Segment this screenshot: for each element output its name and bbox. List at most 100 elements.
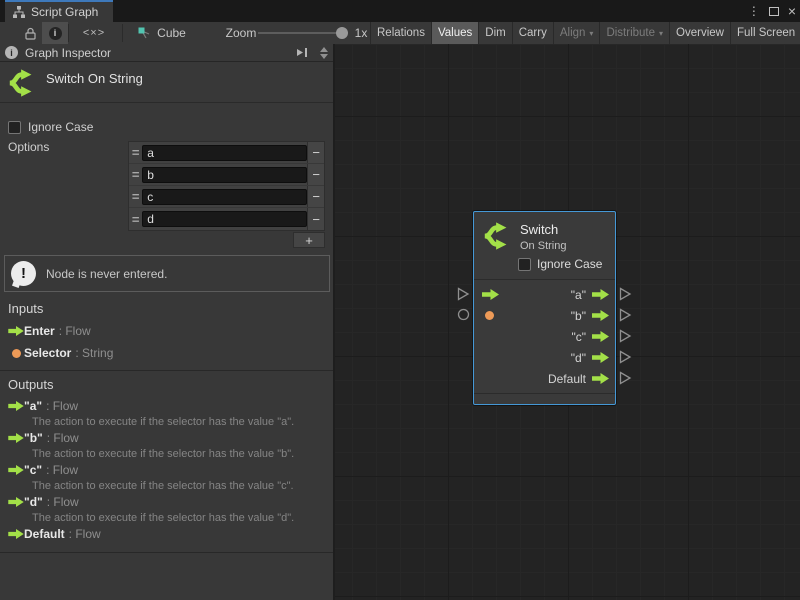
node-body: "a" "b" "c" [474, 281, 615, 389]
code-preview-button[interactable]: <×> [68, 22, 120, 44]
options-list: = − = − = − = − [128, 141, 325, 231]
port-description: The action to execute if the selector ha… [32, 480, 294, 492]
lock-button[interactable] [18, 22, 42, 44]
external-flow-output-port[interactable] [619, 308, 632, 322]
tab-script-graph[interactable]: Script Graph [5, 0, 113, 22]
graph-toolbar: i <×> Cube Zoom 1x Relations Values Dim … [0, 22, 800, 44]
graph-canvas[interactable]: Switch On String Ignore Case "a" [335, 44, 800, 600]
output-flow-port[interactable] [592, 289, 609, 300]
enter-flow-port[interactable] [482, 289, 499, 300]
external-flow-output-port[interactable] [619, 329, 632, 343]
output-flow-port[interactable] [592, 352, 609, 363]
unit-title: Switch On String [46, 71, 143, 86]
output-flow-port[interactable] [592, 310, 609, 321]
node-row: "b" [474, 305, 615, 326]
flow-arrow-icon [0, 401, 24, 411]
external-flow-output-port[interactable] [619, 287, 632, 301]
node-title: Switch [520, 222, 558, 237]
remove-option-button[interactable]: − [307, 164, 324, 185]
option-input[interactable] [142, 189, 307, 205]
tab-bar: Script Graph ⋮ × [0, 0, 800, 22]
info-icon: i [49, 27, 62, 40]
input-port-selector: Selector : String [0, 346, 113, 360]
nested-graph-icon [138, 27, 151, 40]
switch-on-string-node[interactable]: Switch On String Ignore Case "a" [473, 211, 616, 405]
external-flow-output-port[interactable] [619, 350, 632, 364]
dock-icon[interactable] [296, 47, 309, 58]
graph-target-button[interactable]: Cube [132, 22, 192, 44]
output-port-default: Default : Flow [0, 527, 101, 541]
output-port-b: "b" : Flow [0, 431, 79, 445]
target-label: Cube [157, 26, 186, 40]
output-flow-port[interactable] [592, 331, 609, 342]
zoom-value: 1x [351, 22, 371, 44]
option-input[interactable] [142, 167, 307, 183]
zoom-label: Zoom [224, 22, 258, 44]
node-row: Default [474, 368, 615, 389]
caret-down-icon [320, 54, 328, 59]
tab-title: Script Graph [31, 5, 98, 19]
info-icon: i [5, 46, 18, 59]
option-input[interactable] [142, 211, 307, 227]
unit-title-block: Switch On String [0, 62, 333, 103]
remove-option-button[interactable]: − [307, 186, 324, 207]
close-icon[interactable]: × [788, 6, 796, 16]
relations-button[interactable]: Relations [370, 22, 431, 44]
warning-box: ! Node is never entered. [4, 255, 330, 292]
warning-icon: ! [11, 261, 36, 286]
option-row: = − [129, 186, 324, 208]
remove-option-button[interactable]: − [307, 208, 324, 230]
node-row: "c" [474, 326, 615, 347]
external-value-input-port[interactable] [457, 308, 470, 321]
zoom-slider-track[interactable] [258, 32, 338, 34]
graph-icon [13, 6, 25, 18]
port-description: The action to execute if the selector ha… [32, 416, 294, 428]
drag-handle-icon[interactable]: = [129, 189, 142, 204]
output-port-d: "d" : Flow [0, 495, 79, 509]
distribute-dropdown[interactable]: Distribute ▾ [599, 22, 669, 44]
align-dropdown[interactable]: Align ▾ [553, 22, 600, 44]
drag-handle-icon[interactable]: = [129, 212, 142, 227]
port-description: The action to execute if the selector ha… [32, 512, 294, 524]
node-row: "a" [474, 284, 615, 305]
zoom-slider-handle[interactable] [336, 27, 348, 39]
options-label: Options [8, 140, 49, 154]
inputs-title: Inputs [8, 301, 43, 316]
drag-handle-icon[interactable]: = [129, 145, 142, 160]
overview-button[interactable]: Overview [669, 22, 730, 44]
output-port-c: "c" : Flow [0, 463, 78, 477]
ignore-case-checkbox[interactable] [518, 258, 531, 271]
option-input[interactable] [142, 145, 307, 161]
external-flow-input-port[interactable] [457, 287, 470, 301]
remove-option-button[interactable]: − [307, 142, 324, 163]
node-subtitle: On String [520, 240, 566, 252]
fullscreen-button[interactable]: Full Screen [730, 22, 800, 44]
maximize-icon[interactable] [769, 7, 779, 16]
output-flow-port[interactable] [592, 373, 609, 384]
values-button[interactable]: Values [431, 22, 478, 44]
scroll-steppers[interactable] [320, 47, 328, 59]
flow-arrow-icon [0, 465, 24, 475]
add-option-button[interactable]: + [293, 232, 325, 248]
ignore-case-checkbox[interactable] [8, 121, 21, 134]
graph-inspector-panel: i Graph Inspector Switch On String Igno [0, 44, 335, 600]
flow-arrow-icon [0, 326, 24, 336]
inspector-header: i Graph Inspector [0, 44, 333, 62]
drag-handle-icon[interactable]: = [129, 167, 142, 182]
chevron-down-icon: ▾ [589, 29, 593, 38]
inspector-title: Graph Inspector [25, 46, 289, 60]
selector-value-port[interactable] [485, 311, 494, 320]
dim-button[interactable]: Dim [478, 22, 511, 44]
section-divider [0, 370, 333, 371]
flow-arrow-icon [0, 497, 24, 507]
window-menu-icon[interactable]: ⋮ [748, 4, 760, 18]
value-dot-icon [0, 349, 24, 358]
external-flow-output-port[interactable] [619, 371, 632, 385]
toolbar-button-group: Relations Values Dim Carry Align ▾ Distr… [370, 22, 800, 44]
option-row: = − [129, 142, 324, 164]
carry-button[interactable]: Carry [512, 22, 553, 44]
option-row: = − [129, 208, 324, 230]
switch-icon [8, 68, 38, 98]
ignore-case-label: Ignore Case [537, 257, 602, 271]
inspector-toggle-button[interactable]: i [42, 22, 68, 44]
